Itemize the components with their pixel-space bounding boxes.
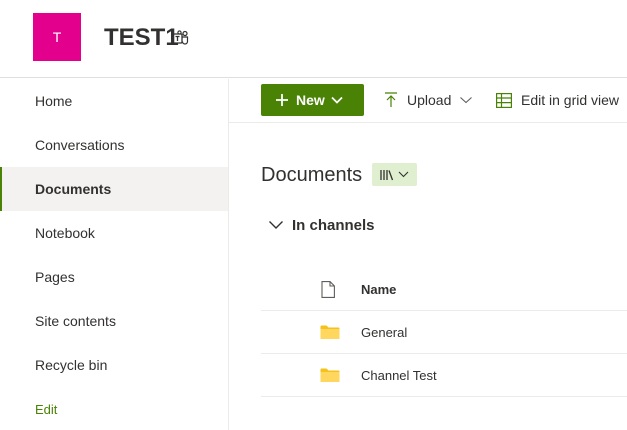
library-view-switcher[interactable]: [372, 163, 417, 186]
nav-item-home[interactable]: Home: [0, 79, 228, 123]
file-type-icon[interactable]: [321, 281, 335, 298]
list-header-row: Name: [261, 268, 627, 311]
folder-icon: [320, 325, 340, 339]
library-title: Documents: [261, 164, 363, 186]
nav-item-recycle-bin[interactable]: Recycle bin: [0, 343, 228, 387]
left-navigation: Home Conversations Documents Notebook Pa…: [0, 79, 229, 430]
nav-item-pages[interactable]: Pages: [0, 255, 228, 299]
teams-icon[interactable]: [172, 30, 190, 46]
site-header: T TEST1: [0, 0, 627, 78]
list-row-general[interactable]: General: [261, 311, 627, 354]
folder-icon: [320, 368, 340, 382]
site-logo[interactable]: T: [33, 13, 81, 61]
chevron-down-icon: [460, 97, 473, 104]
group-header-label: In channels: [292, 216, 375, 234]
command-bar: New Upload Edit in grid view: [229, 79, 627, 123]
new-button[interactable]: New: [261, 84, 364, 116]
edit-grid-view-button[interactable]: Edit in grid view: [496, 84, 619, 116]
list-row-channel-test[interactable]: Channel Test: [261, 354, 627, 397]
chevron-down-icon: [331, 96, 343, 104]
nav-item-label: Documents: [35, 181, 112, 197]
sharepoint-page: T TEST1 Home Conversations Documents Not…: [0, 0, 627, 430]
file-list: Name General Channel Test: [261, 268, 627, 397]
list-item-name[interactable]: General: [361, 311, 407, 354]
new-button-label: New: [296, 92, 325, 108]
nav-item-documents[interactable]: Documents: [0, 167, 228, 211]
chevron-down-icon: [398, 171, 409, 178]
nav-item-label: Conversations: [35, 137, 125, 153]
site-title[interactable]: TEST1: [104, 24, 179, 52]
nav-item-label: Home: [35, 93, 73, 109]
edit-grid-view-label: Edit in grid view: [521, 92, 620, 108]
nav-edit-label: Edit: [35, 401, 58, 417]
grid-icon: [496, 92, 512, 108]
nav-item-label: Site contents: [35, 313, 116, 329]
nav-item-site-contents[interactable]: Site contents: [0, 299, 228, 343]
group-header-in-channels[interactable]: In channels: [268, 214, 375, 236]
upload-icon: [385, 92, 397, 107]
site-logo-letter: T: [52, 29, 62, 45]
column-header-name[interactable]: Name: [361, 268, 396, 311]
nav-item-conversations[interactable]: Conversations: [0, 123, 228, 167]
nav-edit-link[interactable]: Edit: [0, 387, 228, 430]
library-view-icon: [380, 169, 394, 180]
list-item-name[interactable]: Channel Test: [361, 354, 437, 397]
nav-item-notebook[interactable]: Notebook: [0, 211, 228, 255]
upload-label: Upload: [407, 92, 452, 108]
plus-icon: [276, 94, 288, 106]
nav-item-label: Recycle bin: [35, 357, 108, 373]
upload-button[interactable]: Upload: [384, 84, 473, 116]
chevron-down-icon: [269, 221, 283, 229]
nav-item-label: Notebook: [35, 225, 95, 241]
nav-item-label: Pages: [35, 269, 75, 285]
